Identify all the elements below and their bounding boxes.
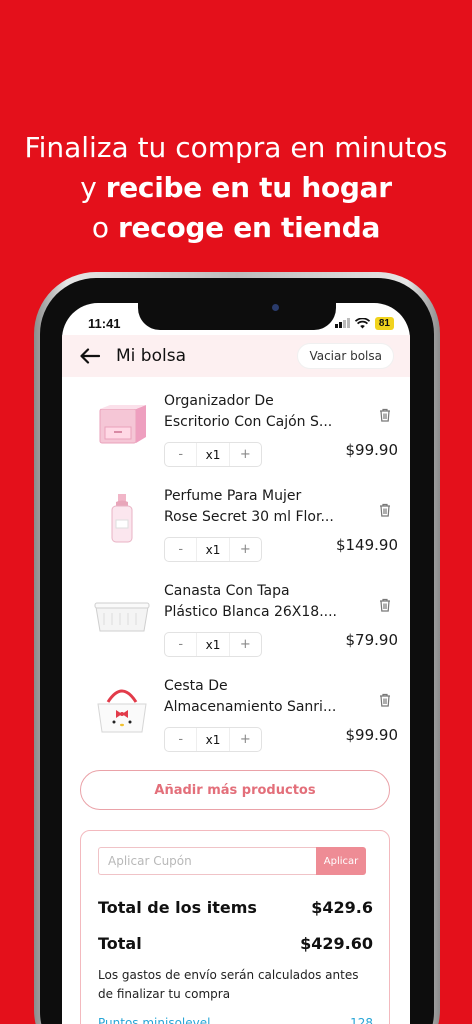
apply-coupon-button[interactable]: Aplicar [316, 847, 366, 875]
shipping-note: Los gastos de envío serán calculados ant… [98, 968, 359, 1001]
increase-button[interactable]: + [230, 542, 261, 557]
cart-item: Organizador De Escritorio Con Cajón S...… [62, 381, 410, 476]
cart-item: Cesta De Almacenamiento Sanri... - x1 + … [62, 666, 410, 761]
order-summary: Aplicar Total de los items $429.6 Total … [80, 830, 390, 1024]
item-price: $99.90 [345, 441, 399, 459]
trash-icon[interactable] [378, 407, 392, 423]
promo-line-2-prefix: y [80, 171, 97, 204]
points-row: Puntos minisolevel 128 [98, 1016, 373, 1024]
promo-line-2-bold: recibe en tu hogar [105, 171, 392, 204]
item-price: $149.90 [335, 536, 398, 554]
increase-button[interactable]: + [230, 637, 261, 652]
decrease-button[interactable]: - [165, 447, 196, 462]
promo-line-2: y recibe en tu hogar [0, 168, 472, 208]
grand-total-row: Total $429.60 [98, 934, 373, 953]
promo-line-3-prefix: o [91, 211, 110, 244]
quantity-value: x1 [196, 443, 230, 466]
quantity-stepper: - x1 + [164, 632, 262, 657]
quantity-value: x1 [196, 728, 230, 751]
item-name[interactable]: Canasta Con Tapa Plástico Blanca 26X18..… [164, 581, 344, 623]
promo-line-1: Finaliza tu compra en minutos [24, 131, 448, 164]
decrease-button[interactable]: - [165, 732, 196, 747]
items-total-label: Total de los items [98, 898, 257, 917]
quantity-stepper: - x1 + [164, 442, 262, 467]
drawer-organizer-image [99, 405, 146, 444]
coupon-input[interactable] [98, 847, 316, 875]
phone-screen: 11:41 81 Mi bolsa Vaciar bolsa Organizad… [62, 303, 410, 1024]
increase-button[interactable]: + [230, 732, 261, 747]
item-price: $79.90 [345, 631, 399, 649]
quantity-stepper: - x1 + [164, 537, 262, 562]
camera-icon [272, 304, 279, 311]
increase-button[interactable]: + [230, 447, 261, 462]
page-title: Mi bolsa [116, 346, 186, 366]
items-total-value: $429.6 [311, 898, 373, 917]
promo-headline: Finaliza tu compra en minutos y recibe e… [0, 128, 472, 248]
trash-icon[interactable] [378, 692, 392, 708]
total-value: $429.60 [300, 934, 373, 953]
trash-icon[interactable] [378, 597, 392, 613]
total-label: Total [98, 934, 142, 953]
phone-notch [138, 300, 336, 330]
coupon-form: Aplicar [98, 847, 366, 875]
quantity-value: x1 [196, 633, 230, 656]
hello-kitty-basket-image [97, 689, 147, 733]
decrease-button[interactable]: - [165, 637, 196, 652]
cart-item: Canasta Con Tapa Plástico Blanca 26X18..… [62, 571, 410, 666]
points-value: 128 [350, 1016, 373, 1024]
wifi-icon [354, 317, 370, 328]
signal-icon [334, 318, 350, 328]
status-time: 11:41 [88, 315, 121, 331]
quantity-stepper: - x1 + [164, 727, 262, 752]
back-button[interactable] [78, 344, 102, 368]
status-icons: 81 [334, 316, 394, 330]
quantity-value: x1 [196, 538, 230, 561]
items-total-row: Total de los items $429.6 [98, 898, 373, 917]
item-name[interactable]: Cesta De Almacenamiento Sanri... [164, 676, 344, 718]
cart-item-list: Organizador De Escritorio Con Cajón S...… [62, 381, 410, 761]
perfume-bottle-image [111, 494, 133, 543]
clear-bag-button[interactable]: Vaciar bolsa [297, 343, 394, 369]
item-name[interactable]: Organizador De Escritorio Con Cajón S... [164, 391, 344, 433]
cart-item: Perfume Para Mujer Rose Secret 30 ml Flo… [62, 476, 410, 571]
item-name[interactable]: Perfume Para Mujer Rose Secret 30 ml Flo… [164, 486, 344, 528]
points-label[interactable]: Puntos minisolevel [98, 1016, 210, 1024]
arrow-left-icon [80, 348, 100, 364]
promo-line-3: o recoge en tienda [0, 208, 472, 248]
add-more-products-button[interactable]: Añadir más productos [80, 770, 390, 810]
item-price: $99.90 [345, 726, 399, 744]
battery-icon: 81 [374, 316, 394, 330]
promo-line-3-bold: recoge en tienda [117, 211, 381, 244]
trash-icon[interactable] [378, 502, 392, 518]
decrease-button[interactable]: - [165, 542, 196, 557]
storage-basket-image [94, 602, 150, 632]
app-header: Mi bolsa Vaciar bolsa [62, 335, 410, 377]
